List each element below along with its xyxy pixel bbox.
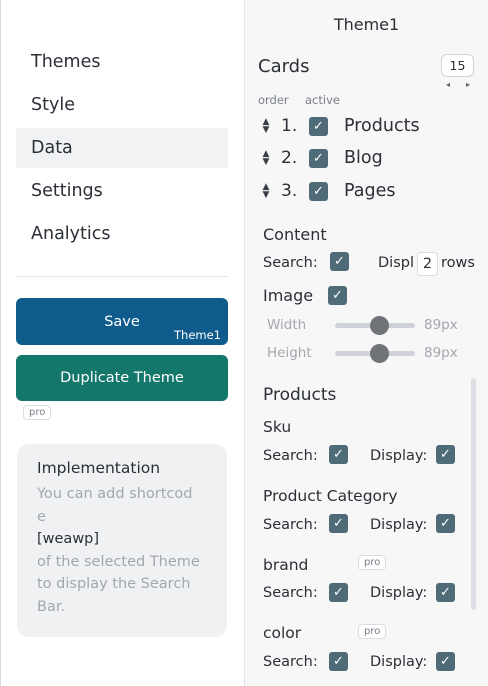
duplicate-theme-button[interactable]: Duplicate Theme	[16, 355, 228, 401]
implementation-text: You can add shortcod	[37, 486, 193, 502]
implementation-text: to display the Search	[37, 576, 191, 592]
panel-theme-title: Theme1	[333, 15, 400, 34]
sku-search-checkbox[interactable]: ✓	[329, 445, 348, 464]
order-number: 3.	[281, 181, 298, 201]
sort-handle-icon[interactable]: ▲ ▼	[260, 183, 272, 200]
product-category-search-checkbox[interactable]: ✓	[329, 514, 348, 533]
sidebar-item-label: Analytics	[31, 224, 111, 244]
sidebar-item-analytics[interactable]: Analytics	[16, 214, 228, 254]
field-name: Sku	[263, 418, 292, 436]
sidebar-divider	[16, 276, 228, 277]
chevron-right-icon[interactable]: ▸	[466, 80, 470, 89]
order-item-label: Blog	[344, 148, 383, 168]
cards-section-title: Cards	[258, 56, 310, 77]
content-section-title: Content	[263, 225, 327, 244]
width-slider-thumb[interactable]	[369, 316, 389, 335]
sidebar-item-label: Themes	[31, 52, 101, 72]
blog-active-checkbox[interactable]: ✓	[309, 148, 328, 168]
color-search-checkbox[interactable]: ✓	[329, 652, 348, 671]
sort-handle-icon[interactable]: ▲ ▼	[260, 150, 272, 167]
field-search-label: Search:	[263, 654, 318, 670]
products-section-title: Products	[263, 385, 337, 405]
settings-panel: Theme1 Cards 15 ◂ ▸ order active ▲ ▼ 1. ✓…	[244, 0, 488, 686]
save-button[interactable]: Save Theme1	[16, 298, 228, 345]
products-active-checkbox[interactable]: ✓	[309, 116, 328, 136]
cards-count-input[interactable]: 15	[441, 54, 474, 77]
color-display-checkbox[interactable]: ✓	[436, 652, 455, 671]
field-search-label: Search:	[263, 585, 318, 601]
field-name: Product Category	[263, 487, 398, 505]
sidebar-item-label: Data	[31, 138, 73, 158]
content-display-label: Displ	[378, 255, 414, 271]
sku-display-checkbox[interactable]: ✓	[436, 445, 455, 464]
order-number: 1.	[281, 116, 298, 136]
sidebar-item-themes[interactable]: Themes	[16, 42, 228, 82]
implementation-text: e	[37, 508, 46, 525]
width-label: Width	[267, 317, 307, 333]
field-name: color	[263, 624, 302, 642]
save-button-label: Save	[104, 313, 140, 330]
field-name: brand	[263, 556, 309, 574]
implementation-title: Implementation	[37, 459, 161, 477]
implementation-text: of the selected Theme	[37, 553, 200, 570]
height-value: 89px	[424, 345, 458, 361]
width-value: 89px	[424, 317, 458, 333]
sidebar-item-data[interactable]: Data	[16, 128, 228, 168]
shortcode-text: [weawp]	[37, 531, 100, 547]
sidebar-item-style[interactable]: Style	[16, 85, 228, 125]
pro-badge: pro	[358, 624, 387, 639]
image-label: Image	[263, 286, 314, 305]
height-label: Height	[267, 345, 312, 361]
content-rows-label: rows	[441, 255, 475, 271]
pro-badge: pro	[23, 405, 52, 420]
content-search-checkbox[interactable]: ✓	[330, 252, 349, 271]
pages-active-checkbox[interactable]: ✓	[309, 181, 328, 201]
implementation-text: Bar.	[37, 598, 66, 615]
sidebar-item-label: Settings	[31, 181, 103, 201]
field-display-label: Display:	[370, 585, 428, 601]
order-number: 2.	[281, 148, 298, 168]
height-slider-thumb[interactable]	[369, 344, 389, 363]
field-search-label: Search:	[263, 517, 318, 533]
pro-badge: pro	[358, 555, 387, 570]
implementation-card: Implementation You can add shortcod e [w…	[17, 444, 227, 637]
active-column-label: active	[305, 93, 340, 107]
content-rows-input[interactable]: 2	[417, 252, 438, 276]
content-search-label: Search:	[263, 255, 318, 271]
field-search-label: Search:	[263, 448, 318, 464]
save-button-theme-name: Theme1	[174, 328, 221, 342]
field-display-label: Display:	[370, 448, 428, 464]
order-item-label: Products	[344, 116, 420, 136]
sidebar-item-label: Style	[31, 95, 75, 115]
order-item-label: Pages	[344, 181, 396, 201]
card-order-row: ▲ ▼ 1. ✓ Products	[260, 114, 420, 138]
brand-search-checkbox[interactable]: ✓	[329, 583, 348, 602]
sort-handle-icon[interactable]: ▲ ▼	[260, 118, 272, 135]
panel-scrollbar[interactable]	[471, 378, 476, 610]
field-display-label: Display:	[370, 654, 428, 670]
product-category-display-checkbox[interactable]: ✓	[436, 514, 455, 533]
cards-count-stepper[interactable]: ◂ ▸	[446, 80, 470, 89]
chevron-left-icon[interactable]: ◂	[446, 80, 450, 89]
duplicate-theme-label: Duplicate Theme	[60, 370, 184, 386]
card-order-row: ▲ ▼ 3. ✓ Pages	[260, 179, 396, 203]
card-order-row: ▲ ▼ 2. ✓ Blog	[260, 146, 383, 170]
field-display-label: Display:	[370, 517, 428, 533]
sidebar-item-settings[interactable]: Settings	[16, 171, 228, 211]
brand-display-checkbox[interactable]: ✓	[436, 583, 455, 602]
image-checkbox[interactable]: ✓	[328, 286, 347, 305]
order-column-label: order	[258, 93, 289, 107]
